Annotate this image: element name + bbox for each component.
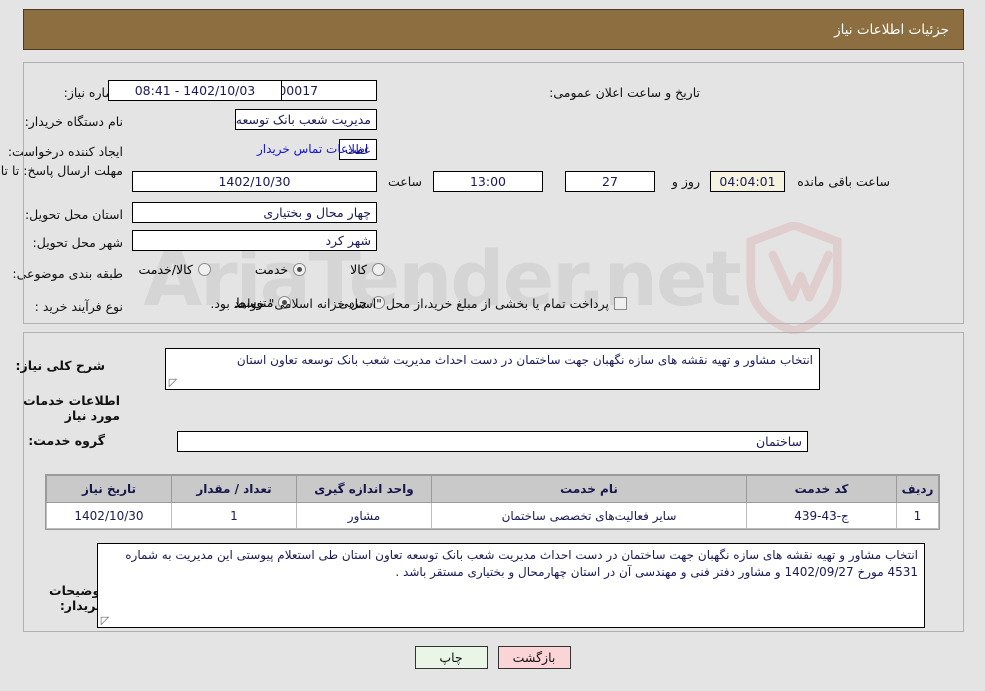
- table-header-row: ردیف کد خدمت نام خدمت واحد اندازه گیری ت…: [46, 475, 939, 503]
- remaining-clock-suffix: ساعت باقی مانده: [797, 174, 890, 189]
- radio-icon[interactable]: [293, 263, 307, 276]
- radio-icon[interactable]: [372, 263, 385, 276]
- page-title: جزئیات اطلاعات نیاز: [834, 21, 949, 38]
- remaining-clock-field: 04:04:01: [710, 171, 785, 192]
- cell-radif: 1: [896, 502, 939, 529]
- service-group-field[interactable]: ساختمان: [177, 431, 808, 452]
- buyer-contact-link[interactable]: اطلاعات تماس خریدار: [257, 142, 368, 156]
- cell-qty: 1: [171, 502, 297, 529]
- buyer-notes-textarea[interactable]: انتخاب مشاور و تهیه نقشه های سازه نگهبان…: [97, 543, 925, 628]
- buyer-notes-text: انتخاب مشاور و تهیه نقشه های سازه نگهبان…: [125, 548, 918, 579]
- remaining-days-suffix: روز و: [671, 174, 700, 189]
- cell-need-date: 1402/10/30: [46, 502, 172, 529]
- col-radif: ردیف: [896, 475, 939, 503]
- table-row: 1 ج-43-439 سایر فعالیت‌های تخصصی ساختمان…: [46, 502, 939, 529]
- category-option-label-1: خدمت: [254, 262, 289, 277]
- treasury-checkbox-row[interactable]: پرداخت تمام یا بخشی از مبلغ خرید،از محل …: [210, 296, 627, 311]
- summary-textarea[interactable]: انتخاب مشاور و تهیه نقشه های سازه نگهبان…: [165, 348, 820, 390]
- province-field[interactable]: چهار محال و بختیاری: [132, 202, 377, 223]
- back-button[interactable]: بازگشت: [497, 646, 571, 669]
- print-button[interactable]: چاپ: [414, 646, 488, 669]
- checkbox-icon[interactable]: [614, 297, 627, 310]
- page-root: AriaTender.net جزئیات اطلاعات نیاز شماره…: [0, 0, 985, 691]
- need-info-panel: [23, 62, 964, 324]
- category-option-kala[interactable]: کالا: [350, 262, 385, 277]
- cell-code: ج-43-439: [746, 502, 897, 529]
- buyer-org-field[interactable]: مدیریت شعب بانک توسعه تعاون استان چهارمح…: [235, 109, 377, 130]
- resize-grip-icon[interactable]: ◸: [168, 377, 178, 388]
- action-buttons: بازگشت چاپ: [0, 646, 985, 669]
- col-qty: تعداد / مقدار: [171, 475, 297, 503]
- category-option-label-2: کالا/خدمت: [138, 262, 193, 277]
- cell-unit: مشاور: [296, 502, 432, 529]
- category-option-khedmat[interactable]: خدمت: [254, 262, 307, 277]
- category-option-label-0: کالا: [350, 262, 367, 277]
- col-name: نام خدمت: [431, 475, 747, 503]
- cell-name: سایر فعالیت‌های تخصصی ساختمان: [431, 502, 747, 529]
- category-option-kala-khedmat[interactable]: کالا/خدمت: [138, 262, 211, 277]
- col-need-date: تاریخ نیاز: [46, 475, 172, 503]
- deadline-date-field[interactable]: 1402/10/30: [132, 171, 377, 192]
- summary-label: شرح کلی نیاز:: [15, 358, 105, 373]
- buyer-notes-label: توضیحات خریدار:: [49, 583, 105, 613]
- category-radio-group: کالا خدمت کالا/خدمت: [138, 262, 385, 277]
- service-group-label: گروه خدمت:: [28, 433, 105, 448]
- announce-datetime-field[interactable]: 1402/10/03 - 08:41: [108, 80, 282, 101]
- summary-text: انتخاب مشاور و تهیه نقشه های سازه نگهبان…: [236, 353, 813, 367]
- services-table: ردیف کد خدمت نام خدمت واحد اندازه گیری ت…: [45, 474, 940, 530]
- services-section-title: اطلاعات خدمات مورد نیاز: [23, 393, 120, 423]
- treasury-checkbox-label: پرداخت تمام یا بخشی از مبلغ خرید،از محل …: [210, 296, 609, 311]
- radio-icon[interactable]: [197, 263, 211, 276]
- resize-grip-icon[interactable]: ◸: [100, 615, 110, 626]
- deadline-time-field[interactable]: 13:00: [433, 171, 543, 192]
- city-field[interactable]: شهر کرد: [132, 230, 377, 251]
- deadline-time-label: ساعت: [387, 174, 422, 189]
- page-title-bar: جزئیات اطلاعات نیاز: [23, 9, 964, 50]
- remaining-days-field[interactable]: 27: [565, 171, 655, 192]
- col-code: کد خدمت: [746, 475, 897, 503]
- col-unit: واحد اندازه گیری: [296, 475, 432, 503]
